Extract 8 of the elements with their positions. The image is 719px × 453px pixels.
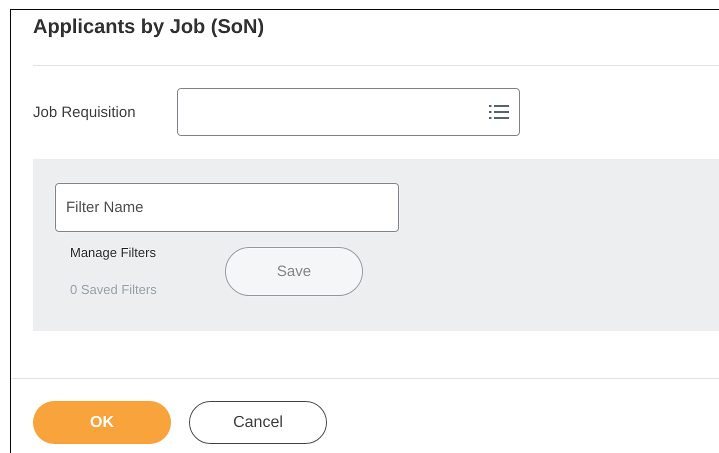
filter-name-field[interactable]: Filter Name	[55, 183, 399, 232]
cancel-button[interactable]: Cancel	[189, 401, 327, 444]
saved-filters-count: 0 Saved Filters	[70, 282, 158, 297]
job-requisition-field[interactable]	[177, 88, 520, 136]
field-label: Job Requisition	[33, 104, 137, 120]
list-icon	[489, 104, 509, 120]
page-title: Applicants by Job (SoN)	[32, 15, 266, 40]
manage-filters-link[interactable]: Manage Filters	[70, 245, 225, 260]
